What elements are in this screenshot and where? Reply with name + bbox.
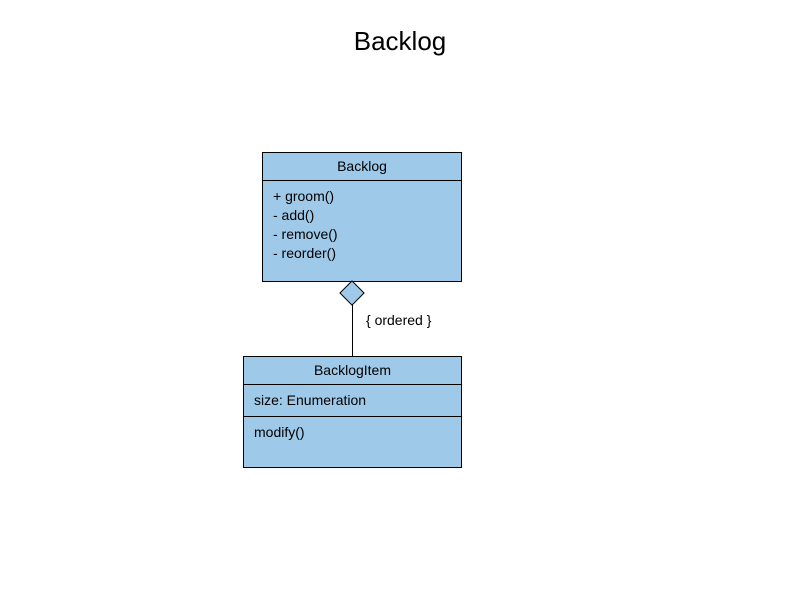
uml-class-attributes: size: Enumeration: [244, 384, 461, 416]
aggregation-connector: [352, 304, 353, 356]
uml-class-backlog: Backlog + groom() - add() - remove() - r…: [262, 152, 462, 282]
uml-operation: modify(): [254, 423, 451, 442]
uml-operation: - add(): [273, 206, 451, 225]
uml-operation: - reorder(): [273, 244, 451, 263]
uml-attribute: size: Enumeration: [254, 391, 451, 410]
uml-operation: + groom(): [273, 187, 451, 206]
uml-class-name: Backlog: [263, 153, 461, 180]
connector-constraint: { ordered }: [366, 312, 431, 328]
aggregation-diamond-icon: [339, 280, 364, 305]
uml-class-operations: + groom() - add() - remove() - reorder(): [263, 180, 461, 280]
uml-operation: - remove(): [273, 225, 451, 244]
uml-class-backlogitem: BacklogItem size: Enumeration modify(): [243, 356, 462, 468]
diagram-title: Backlog: [0, 26, 800, 57]
uml-class-name: BacklogItem: [244, 357, 461, 384]
uml-class-operations: modify(): [244, 416, 461, 448]
